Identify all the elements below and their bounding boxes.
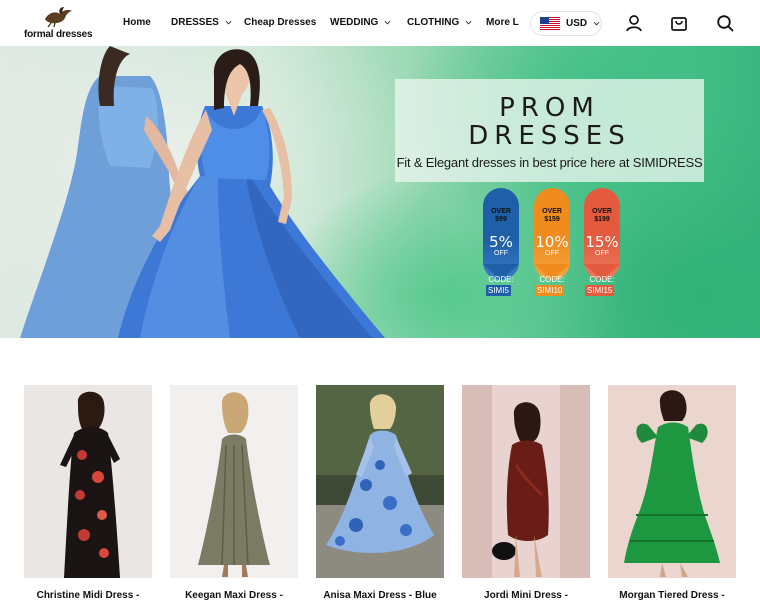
nav-dresses[interactable]: DRESSES [171,17,232,28]
hero-title-line1: PROM [499,93,600,123]
offer-code-simi5: SIMI5 [486,285,511,296]
offer-over-label: OVER [491,208,511,215]
offer-threshold: $199 [594,216,610,223]
hero-text-panel: PROM DRESSES Fit & Elegant dresses in be… [395,79,704,182]
chevron-down-icon [384,20,391,25]
logo-text: formal dresses [24,29,93,40]
product-image[interactable] [24,385,152,578]
offer-code-simi15: SIMI15 [585,285,615,296]
product-image[interactable] [608,385,736,578]
offer-code-label: CODE: [589,275,615,284]
hero-banner[interactable]: PROM DRESSES Fit & Elegant dresses in be… [0,46,760,338]
logo[interactable]: formal dresses [22,6,94,42]
hero-model-image [20,46,385,338]
product-grid: Christine Midi Dress - Keegan Maxi Dress… [0,385,760,600]
product-image[interactable] [462,385,590,578]
chevron-down-icon [593,21,600,26]
offer-off-label: OFF [595,250,609,257]
offer-code-simi10: SIMI10 [535,285,565,296]
product-name[interactable]: Keegan Maxi Dress - [162,590,306,600]
product-name[interactable]: Jordi Mini Dress - [454,590,598,600]
nav-dresses-label: DRESSES [171,17,219,28]
nav-clothing-label: CLOTHING [407,17,460,28]
product-name[interactable]: Morgan Tiered Dress - [600,590,744,600]
offer-threshold: $159 [544,216,560,223]
offer-percent: 5% [489,233,513,251]
product-name[interactable]: Anisa Maxi Dress - Blue [308,590,452,600]
bird-logo-icon [45,7,72,28]
chevron-down-icon [225,20,232,25]
currency-selector[interactable]: USD [530,11,602,36]
nav-more-links-label: More Li [486,17,519,28]
site-header: formal dresses Home DRESSES Cheap Dresse… [0,0,760,46]
us-flag-icon [540,17,560,30]
hero-subtitle: Fit & Elegant dresses in best price here… [396,155,703,170]
product-image[interactable] [316,385,444,578]
product-card[interactable]: Keegan Maxi Dress - [170,385,298,600]
nav-clothing[interactable]: CLOTHING [407,17,472,28]
offer-code-label: CODE: [539,275,565,284]
offer-over-label: OVER [542,208,562,215]
offer-threshold: $99 [495,216,507,223]
account-icon[interactable] [624,13,644,33]
cart-icon[interactable] [669,13,689,33]
offer-off-label: OFF [494,250,508,257]
nav-more-links[interactable]: More Li [486,17,519,28]
nav-cheap-dresses-label: Cheap Dresses [244,17,317,28]
offer-over-label: OVER [592,208,612,215]
nav-cheap-dresses[interactable]: Cheap Dresses [244,17,316,28]
product-card[interactable]: Anisa Maxi Dress - Blue [316,385,444,600]
currency-label: USD [566,18,588,29]
product-card[interactable]: Jordi Mini Dress - [462,385,590,600]
product-card[interactable]: Christine Midi Dress - [24,385,152,600]
hero-title-line2: DRESSES [468,121,631,151]
chevron-down-icon [465,20,472,25]
search-icon[interactable] [715,13,735,33]
nav-wedding-label: WEDDING [330,17,379,28]
product-card[interactable]: Morgan Tiered Dress - [608,385,736,600]
nav-home-label: Home [123,17,151,28]
offer-percent: 10% [535,233,569,251]
product-image[interactable] [170,385,298,578]
nav-home[interactable]: Home [123,17,151,28]
offer-code-label: CODE: [488,275,514,284]
nav-wedding[interactable]: WEDDING [330,17,391,28]
offer-percent: 15% [585,233,619,251]
offer-off-label: OFF [545,250,559,257]
product-name[interactable]: Christine Midi Dress - [16,590,160,600]
